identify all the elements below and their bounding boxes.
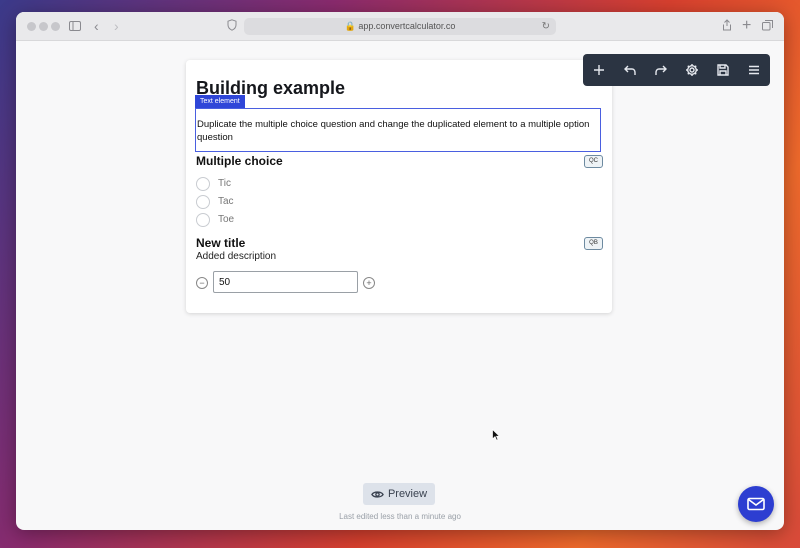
address-text: app.convertcalculator.co xyxy=(358,21,456,31)
question-badge-qc[interactable]: QC xyxy=(584,155,603,168)
reload-icon[interactable]: ↻ xyxy=(542,18,550,35)
question-title-new[interactable]: New title xyxy=(196,236,245,250)
close-window-dot[interactable] xyxy=(27,22,36,31)
option-label: Tac xyxy=(218,196,234,207)
element-type-tag: Text element xyxy=(195,95,245,108)
radio-button[interactable] xyxy=(196,213,210,227)
sidebar-toggle-icon[interactable] xyxy=(69,17,81,35)
shield-icon[interactable] xyxy=(227,17,237,35)
share-icon[interactable] xyxy=(722,17,732,35)
question-description[interactable]: Added description xyxy=(196,251,276,262)
page-content: Building example Text element Duplicate … xyxy=(16,41,784,530)
gear-icon[interactable] xyxy=(682,60,702,80)
last-edited-status: Last edited less than a minute ago xyxy=(339,512,461,521)
form-card: Building example Text element Duplicate … xyxy=(186,60,612,313)
eye-icon xyxy=(371,490,384,498)
minimize-window-dot[interactable] xyxy=(39,22,48,31)
undo-icon[interactable] xyxy=(620,60,640,80)
menu-icon[interactable] xyxy=(744,60,764,80)
zoom-window-dot[interactable] xyxy=(51,22,60,31)
mouse-cursor-icon xyxy=(492,429,500,441)
increment-button[interactable]: + xyxy=(363,277,375,289)
plus-icon[interactable] xyxy=(589,60,609,80)
preview-label: Preview xyxy=(387,488,428,500)
new-tab-icon[interactable]: + xyxy=(742,17,751,35)
preview-button[interactable]: Preview xyxy=(363,483,435,505)
lock-icon: 🔒 xyxy=(344,21,356,31)
tab-overview-icon[interactable] xyxy=(762,17,773,35)
text-element-block[interactable]: Duplicate the multiple choice question a… xyxy=(195,108,601,152)
address-bar[interactable]: 🔒 app.convertcalculator.co ↻ xyxy=(244,18,556,35)
mail-icon xyxy=(747,497,765,511)
option-label: Tic xyxy=(218,178,231,189)
save-icon[interactable] xyxy=(713,60,733,80)
editor-toolbar xyxy=(583,54,770,86)
contact-chat-button[interactable] xyxy=(738,486,774,522)
question-title-multiple-choice[interactable]: Multiple choice xyxy=(196,154,283,168)
option-label: Toe xyxy=(218,214,235,225)
decrement-button[interactable]: − xyxy=(196,277,208,289)
forward-icon[interactable]: › xyxy=(114,17,119,35)
redo-icon[interactable] xyxy=(651,60,671,80)
radio-button[interactable] xyxy=(196,177,210,191)
number-input[interactable] xyxy=(213,271,358,293)
question-badge-qb[interactable]: QB xyxy=(584,237,603,250)
radio-button[interactable] xyxy=(196,195,210,209)
browser-window: ‹ › 🔒 app.convertcalculator.co ↻ + Build… xyxy=(16,12,784,530)
browser-titlebar: ‹ › 🔒 app.convertcalculator.co ↻ + xyxy=(16,12,784,41)
back-icon[interactable]: ‹ xyxy=(94,17,99,35)
